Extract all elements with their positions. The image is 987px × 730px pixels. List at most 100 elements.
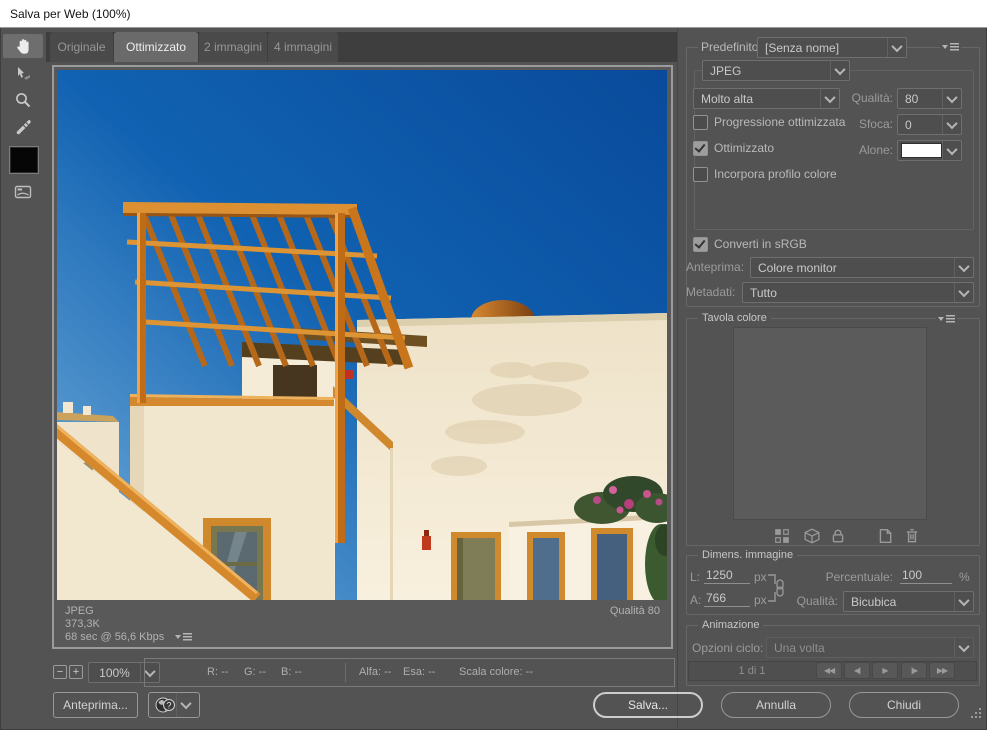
r-readout: R: -- — [207, 666, 228, 678]
chevron-down-icon — [820, 89, 839, 108]
browser-globe-icon: ? — [154, 695, 176, 715]
height-unit: px — [754, 593, 767, 607]
percent-input[interactable]: 100 — [900, 568, 952, 584]
color-table-menu-icon[interactable] — [936, 314, 957, 324]
width-input[interactable]: 1250 — [704, 568, 750, 584]
embed-profile-label: Incorpora profilo colore — [714, 167, 837, 181]
slices-visibility-icon — [13, 183, 33, 201]
width-unit: px — [754, 570, 767, 584]
preview-mode-label: Anteprima: — [686, 260, 744, 274]
play-button[interactable]: ▶ — [872, 662, 898, 679]
preview-mode-value: Colore monitor — [751, 261, 954, 275]
loop-options-value: Una volta — [767, 641, 954, 655]
title-bar: Salva per Web (100%) — [0, 0, 987, 28]
tab-ottimizzato[interactable]: Ottimizzato — [114, 32, 198, 62]
zoom-out-glyph: − — [57, 666, 63, 678]
quality-value-select[interactable]: 80 — [897, 88, 962, 109]
last-frame-glyph: ▶▶ — [937, 666, 947, 675]
matte-color-select[interactable] — [897, 140, 962, 161]
last-frame-button[interactable]: ▶▶ — [929, 662, 955, 679]
toggle-slices-visibility[interactable] — [3, 180, 43, 204]
optimized-checkbox[interactable] — [693, 141, 708, 156]
hand-tool[interactable] — [3, 34, 43, 58]
optimized-label: Ottimizzato — [714, 141, 774, 155]
blur-value: 0 — [898, 118, 942, 132]
color-table-title: Tavola colore — [698, 312, 771, 324]
color-table-swatches[interactable] — [733, 327, 927, 520]
loop-options-select[interactable]: Una volta — [766, 637, 974, 658]
status-download-time-text: 68 sec @ 56,6 Kbps — [65, 631, 164, 643]
chevron-down-icon — [954, 258, 973, 277]
dialog-body: Originale Ottimizzato 2 immagini 4 immag… — [0, 28, 987, 730]
matte-color-swatch — [901, 143, 942, 158]
chevron-down-icon — [942, 89, 961, 108]
tool-column — [0, 28, 46, 730]
format-value: JPEG — [703, 64, 830, 78]
metadata-select[interactable]: Tutto — [742, 282, 974, 303]
progressive-label: Progressione ottimizzata — [714, 115, 845, 129]
preview-in-browser-button[interactable]: Anteprima... — [53, 692, 138, 718]
tab-originale[interactable]: Originale — [50, 32, 113, 62]
preview-button-label: Anteprima... — [63, 698, 128, 712]
srgb-checkbox[interactable] — [693, 237, 708, 252]
color-info-bar: R: -- G: -- B: -- Alfa: -- Esa: -- Scala… — [144, 658, 675, 687]
status-download-time: 68 sec @ 56,6 Kbps — [65, 631, 192, 643]
format-select[interactable]: JPEG — [702, 60, 850, 81]
quality-value: 80 — [898, 92, 942, 106]
zoom-level-value: 100% — [89, 666, 140, 680]
quality-preset-select[interactable]: Molto alta — [693, 88, 840, 109]
zoom-in-glyph: + — [73, 666, 79, 678]
first-frame-button[interactable]: ◀◀ — [816, 662, 842, 679]
resample-quality-select[interactable]: Bicubica — [843, 591, 974, 612]
height-input[interactable]: 766 — [704, 591, 750, 607]
eyedropper-color-swatch[interactable] — [9, 146, 39, 174]
tab-4-immagini[interactable]: 4 immagini — [268, 32, 338, 62]
b-readout: B: -- — [281, 666, 302, 678]
status-menu-icon[interactable] — [175, 632, 192, 642]
magnifier-icon — [14, 91, 32, 109]
dialog-title: Salva per Web (100%) — [10, 7, 131, 21]
colorscale-readout: Scala colore: -- — [459, 666, 533, 678]
photo-front-wall — [509, 514, 667, 600]
image-size-title: Dimens. immagine — [698, 549, 797, 561]
progressive-checkbox[interactable] — [693, 115, 708, 130]
metadata-label: Metadati: — [686, 285, 735, 299]
dither-icon[interactable] — [774, 528, 790, 544]
zoom-tool[interactable] — [3, 88, 43, 112]
next-frame-glyph: |▶ — [911, 666, 917, 675]
new-color-icon[interactable] — [877, 528, 893, 544]
slice-select-tool[interactable] — [3, 62, 43, 86]
optimize-status-bar: JPEG Qualità 80 373,3K 68 sec @ 56,6 Kbp… — [57, 603, 668, 644]
previous-frame-button[interactable]: ◀| — [844, 662, 870, 679]
height-label: A: — [690, 593, 701, 607]
next-frame-button[interactable]: |▶ — [901, 662, 927, 679]
websafe-cube-icon[interactable] — [804, 528, 820, 544]
embed-profile-checkbox[interactable] — [693, 167, 708, 182]
eyedropper-tool[interactable] — [3, 114, 43, 138]
lock-icon[interactable] — [830, 528, 846, 544]
preset-menu-icon[interactable] — [940, 42, 961, 52]
animation-title: Animazione — [698, 619, 763, 631]
preset-select[interactable]: [Senza nome] — [757, 37, 907, 58]
percent-unit: % — [959, 570, 970, 584]
slice-select-icon — [14, 65, 32, 83]
eyedropper-icon — [14, 117, 32, 135]
blur-value-select[interactable]: 0 — [897, 114, 962, 135]
tab-2-immagini[interactable]: 2 immagini — [199, 32, 267, 62]
browser-select-button[interactable]: ? — [148, 692, 200, 718]
zoom-out-button[interactable]: − — [53, 665, 67, 679]
alpha-readout: Alfa: -- — [359, 666, 391, 678]
chevron-down-icon — [887, 38, 906, 57]
percent-label: Percentuale: — [823, 570, 893, 584]
preview-canvas: JPEG Qualità 80 373,3K 68 sec @ 56,6 Kbp… — [52, 65, 673, 649]
zoom-in-button[interactable]: + — [69, 665, 83, 679]
preview-tab-strip: Originale Ottimizzato 2 immagini 4 immag… — [46, 32, 677, 62]
matte-label: Alone: — [838, 143, 893, 157]
chevron-down-icon — [954, 283, 973, 302]
preview-image[interactable] — [57, 70, 667, 600]
hex-readout: Esa: -- — [403, 666, 435, 678]
preview-mode-select[interactable]: Colore monitor — [750, 257, 974, 278]
first-frame-glyph: ◀◀ — [824, 666, 834, 675]
trash-icon[interactable] — [904, 528, 920, 544]
info-divider — [345, 663, 346, 682]
